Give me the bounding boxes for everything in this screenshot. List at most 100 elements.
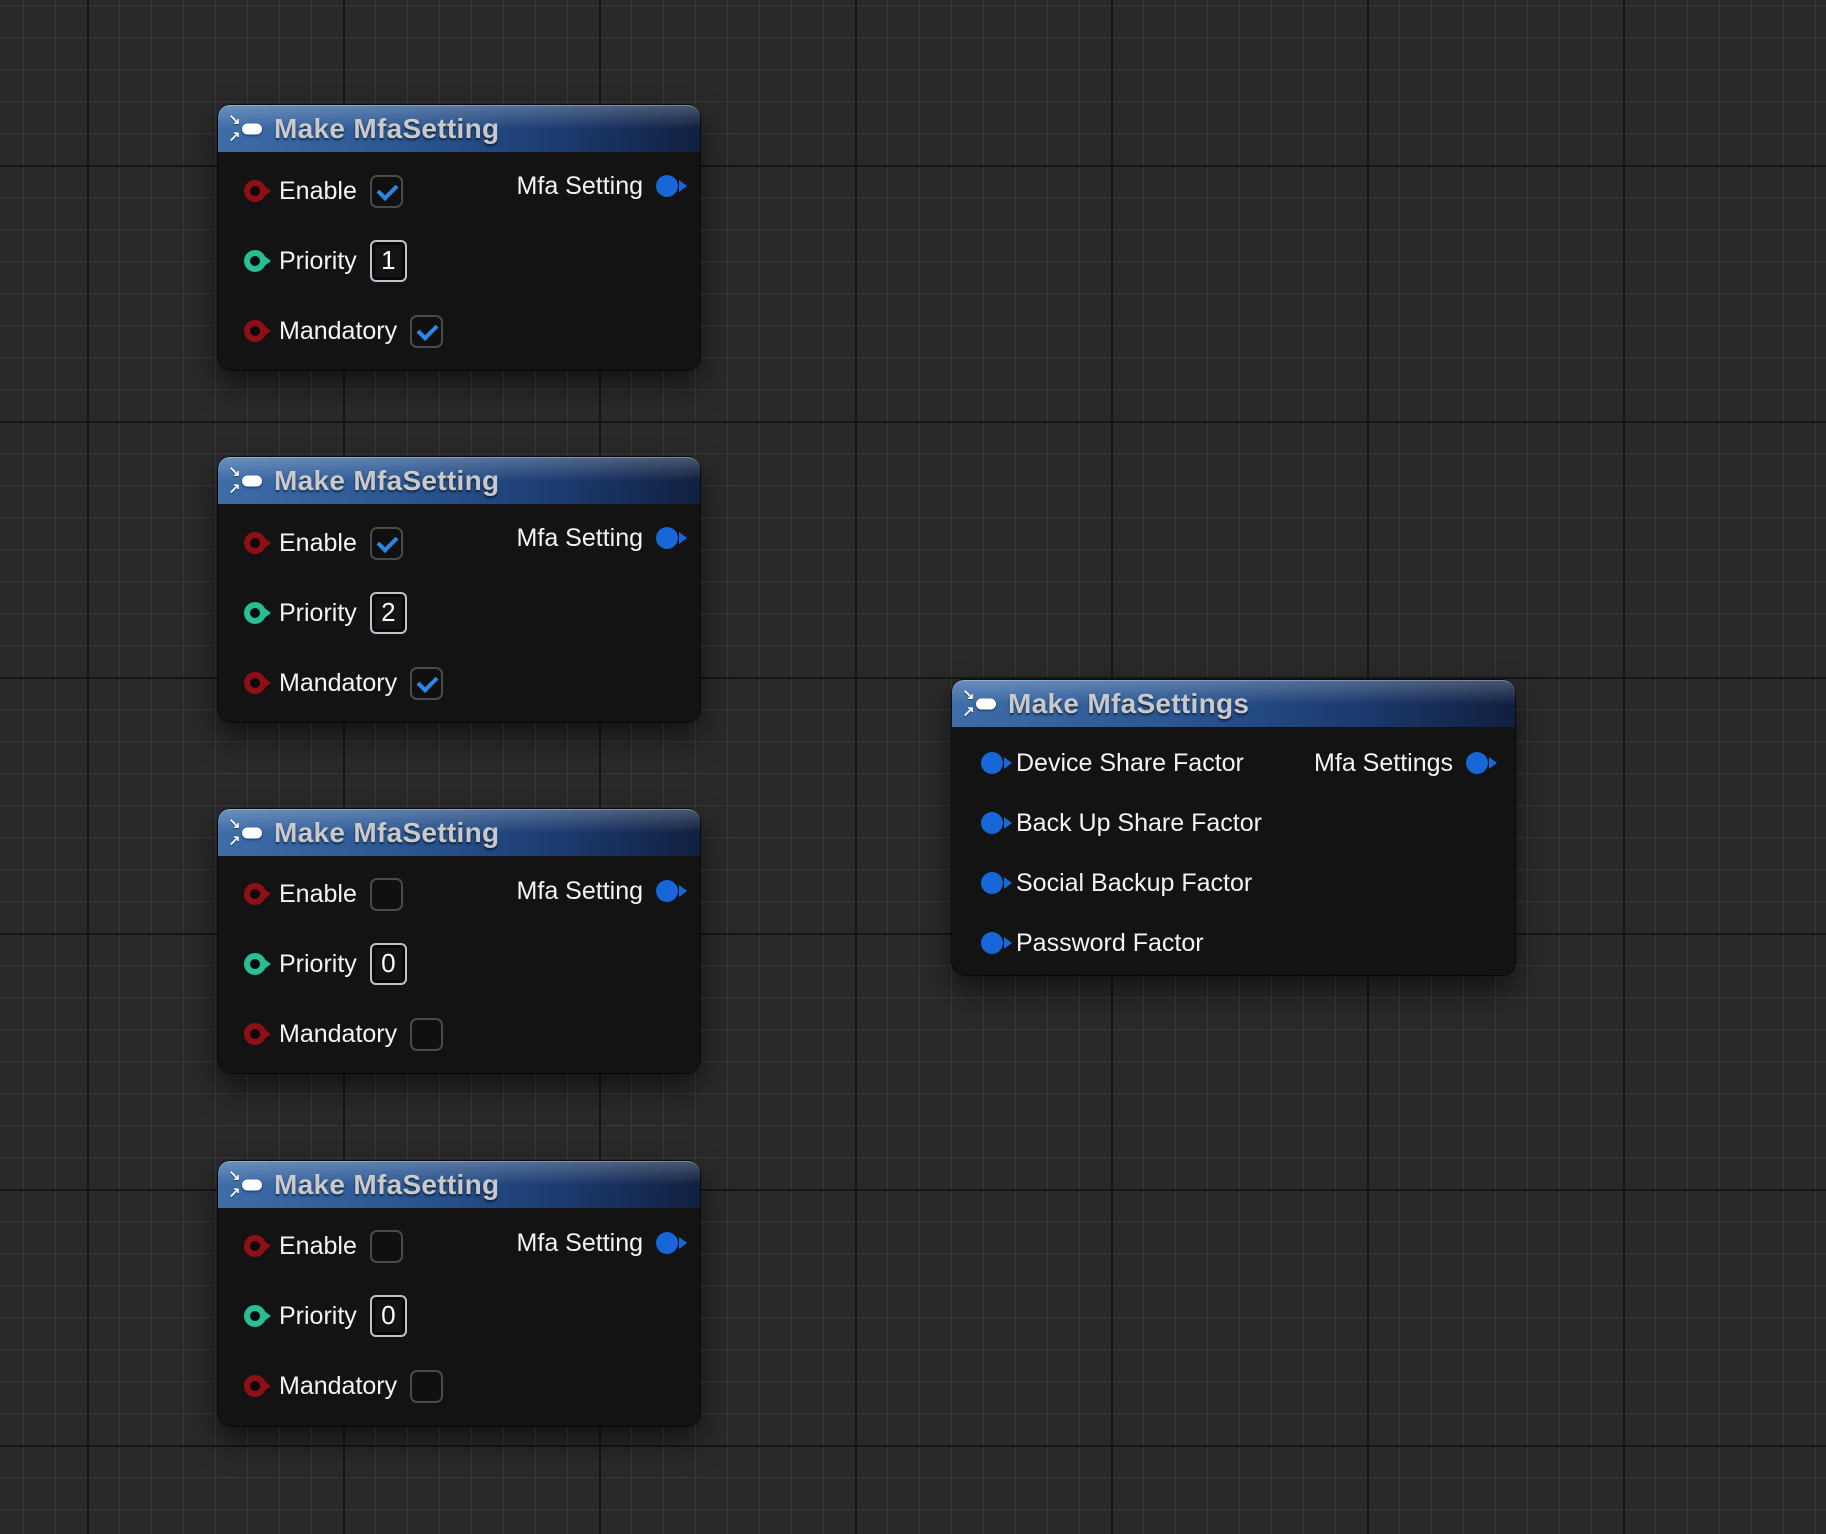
input-row-priority: Priority0: [244, 1294, 407, 1338]
make-struct-icon: ↘ ↗: [962, 687, 998, 721]
output-pin-mfa-settings[interactable]: [1466, 752, 1488, 774]
input-row-enable: Enable: [244, 1224, 403, 1268]
input-pin-password-factor[interactable]: [981, 932, 1003, 954]
input-label-priority: Priority: [279, 949, 357, 979]
arrow-in-top-icon: ↘: [228, 465, 241, 480]
node-make-mfasettings[interactable]: ↘ ↗ Make MfaSettings Device Share Factor…: [952, 680, 1515, 975]
arrow-in-top-icon: ↘: [228, 1169, 241, 1184]
arrow-in-bottom-icon: ↗: [228, 130, 241, 145]
spinbox-priority[interactable]: 2: [370, 592, 407, 634]
checkbox-enable[interactable]: [370, 878, 403, 911]
input-row-enable: Enable: [244, 872, 403, 916]
node-title: Make MfaSetting: [274, 1171, 499, 1199]
struct-pill-icon: [242, 1179, 262, 1190]
input-label-priority: Priority: [279, 598, 357, 628]
output-pin-mfa-setting[interactable]: [656, 175, 678, 197]
input-row-priority: Priority 0: [244, 942, 407, 986]
input-label-enable: Enable: [279, 879, 357, 909]
output-label-mfa-setting: Mfa Setting: [517, 523, 643, 553]
input-label-mandatory: Mandatory: [279, 668, 397, 698]
input-label-social-backup-factor: Social Backup Factor: [1016, 868, 1252, 898]
output-row-mfa-setting: Mfa Setting: [517, 516, 678, 560]
arrow-in-bottom-icon: ↗: [228, 1186, 241, 1201]
node-layer: ↘ ↗ Make MfaSetting Enable Priority 1 Manda…: [0, 0, 1826, 1534]
input-row-device-share-factor: Device Share Factor: [981, 741, 1244, 785]
input-label-enable: Enable: [279, 176, 357, 206]
spinbox-priority[interactable]: 0: [370, 943, 407, 985]
struct-pill-icon: [242, 123, 262, 134]
checkbox-enable[interactable]: [370, 175, 403, 208]
struct-pill-icon: [976, 698, 996, 709]
input-row-password-factor: Password Factor: [981, 921, 1204, 965]
input-pin-device-share-factor[interactable]: [981, 752, 1003, 774]
spinbox-priority[interactable]: 0: [370, 1295, 407, 1337]
node-make-mfasetting-3[interactable]: ↘ ↗ Make MfaSetting Enable Priority 0 Manda…: [218, 809, 700, 1073]
checkbox-mandatory[interactable]: [410, 667, 443, 700]
input-label-mandatory: Mandatory: [279, 316, 397, 346]
input-pin-mandatory[interactable]: [244, 1375, 266, 1397]
input-pin-mandatory[interactable]: [244, 672, 266, 694]
input-row-mandatory: Mandatory: [244, 309, 443, 353]
node-make-mfasetting-4[interactable]: ↘ ↗ Make MfaSetting Enable Priority0 Manda…: [218, 1161, 700, 1426]
node-title: Make MfaSetting: [274, 819, 499, 847]
input-row-mandatory: Mandatory: [244, 661, 443, 705]
spinbox-priority[interactable]: 1: [370, 240, 407, 282]
output-pin-mfa-setting[interactable]: [656, 527, 678, 549]
output-row-mfa-setting: Mfa Setting: [517, 164, 678, 208]
input-label-device-share-factor: Device Share Factor: [1016, 748, 1244, 778]
input-pin-enable[interactable]: [244, 532, 266, 554]
node-make-mfasetting-2[interactable]: ↘ ↗ Make MfaSetting Enable Priority 2 Manda…: [218, 457, 700, 722]
arrow-in-bottom-icon: ↗: [228, 834, 241, 849]
input-label-enable: Enable: [279, 528, 357, 558]
struct-pill-icon: [242, 827, 262, 838]
output-pin-mfa-setting[interactable]: [656, 880, 678, 902]
node-title: Make MfaSettings: [1008, 690, 1249, 718]
checkbox-mandatory[interactable]: [410, 1370, 443, 1403]
output-pin-mfa-setting[interactable]: [656, 1232, 678, 1254]
arrow-in-top-icon: ↘: [962, 688, 975, 703]
input-pin-enable[interactable]: [244, 883, 266, 905]
input-label-enable: Enable: [279, 1231, 357, 1261]
input-row-priority: Priority 2: [244, 591, 407, 635]
make-struct-icon: ↘ ↗: [228, 112, 264, 146]
checkbox-mandatory[interactable]: [410, 315, 443, 348]
checkbox-enable[interactable]: [370, 1230, 403, 1263]
input-pin-back-up-share-factor[interactable]: [981, 812, 1003, 834]
input-pin-enable[interactable]: [244, 1235, 266, 1257]
input-pin-mandatory[interactable]: [244, 1023, 266, 1045]
input-pin-priority[interactable]: [244, 250, 266, 272]
node-header[interactable]: ↘ ↗ Make MfaSetting: [218, 809, 700, 856]
checkbox-enable[interactable]: [370, 527, 403, 560]
output-label-mfa-settings: Mfa Settings: [1314, 748, 1453, 778]
input-row-social-backup-factor: Social Backup Factor: [981, 861, 1252, 905]
input-label-mandatory: Mandatory: [279, 1019, 397, 1049]
node-header[interactable]: ↘ ↗ Make MfaSetting: [218, 457, 700, 504]
input-pin-priority[interactable]: [244, 953, 266, 975]
make-struct-icon: ↘ ↗: [228, 464, 264, 498]
graph-canvas[interactable]: ↘ ↗ Make MfaSetting Enable Priority 1 Manda…: [0, 0, 1826, 1534]
input-label-password-factor: Password Factor: [1016, 928, 1204, 958]
input-label-mandatory: Mandatory: [279, 1371, 397, 1401]
output-row-mfa-settings: Mfa Settings: [1314, 741, 1488, 785]
node-make-mfasetting-1[interactable]: ↘ ↗ Make MfaSetting Enable Priority 1 Manda…: [218, 105, 700, 370]
input-pin-priority[interactable]: [244, 1305, 266, 1327]
input-row-mandatory: Mandatory: [244, 1364, 443, 1408]
node-header[interactable]: ↘ ↗ Make MfaSetting: [218, 105, 700, 152]
input-row-enable: Enable: [244, 169, 403, 213]
input-row-mandatory: Mandatory: [244, 1012, 443, 1056]
make-struct-icon: ↘ ↗: [228, 1168, 264, 1202]
arrow-in-bottom-icon: ↗: [962, 705, 975, 720]
input-pin-priority[interactable]: [244, 602, 266, 624]
struct-pill-icon: [242, 475, 262, 486]
node-header[interactable]: ↘ ↗ Make MfaSettings: [952, 680, 1515, 727]
input-pin-mandatory[interactable]: [244, 320, 266, 342]
input-label-priority: Priority: [279, 246, 357, 276]
input-row-back-up-share-factor: Back Up Share Factor: [981, 801, 1262, 845]
arrow-in-top-icon: ↘: [228, 817, 241, 832]
node-header[interactable]: ↘ ↗ Make MfaSetting: [218, 1161, 700, 1208]
output-label-mfa-setting: Mfa Setting: [517, 1228, 643, 1258]
output-row-mfa-setting: Mfa Setting: [517, 869, 678, 913]
input-pin-enable[interactable]: [244, 180, 266, 202]
input-pin-social-backup-factor[interactable]: [981, 872, 1003, 894]
checkbox-mandatory[interactable]: [410, 1018, 443, 1051]
